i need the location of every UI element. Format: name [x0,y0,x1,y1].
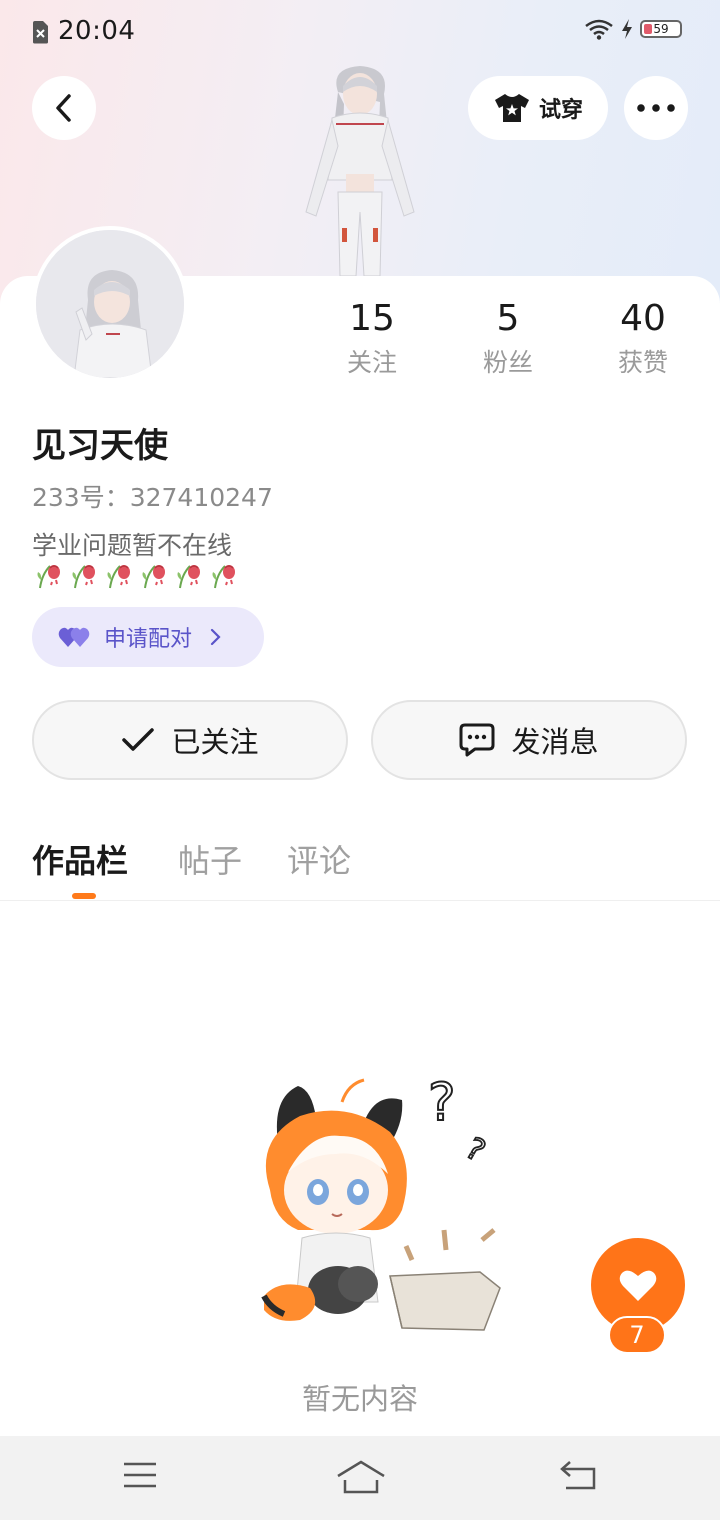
stat-following[interactable]: 15 关注 [312,296,432,380]
tab-divider [0,900,720,901]
status-time: 20:04 [58,16,136,46]
stat-likes-value: 40 [620,298,666,339]
menu-icon[interactable] [122,1460,158,1490]
pair-request-label: 申请配对 [104,627,193,652]
back-arrow-icon [56,94,71,122]
charging-bolt-icon [622,19,632,39]
bio: 学业问题暂不在线 [32,531,233,560]
followed-label: 已关注 [171,725,259,759]
stat-following-label: 关注 [346,348,397,377]
tab-posts[interactable]: 帖子 [178,836,242,882]
wilted-rose-icon [72,565,95,589]
checkmark-icon [122,728,155,751]
battery-level: 59 [653,22,669,36]
empty-state-text: 暂无内容 [301,1382,418,1416]
followed-button[interactable]: 已关注 [32,700,348,780]
back-button[interactable] [32,76,96,140]
avatar-image [36,230,184,378]
wilted-rose-icon [177,565,200,589]
battery-icon: 59 [640,20,682,38]
bio-emoji-row [32,558,239,590]
tab-comments[interactable]: 评论 [287,836,351,882]
send-message-button[interactable]: 发消息 [371,700,687,780]
wilted-rose-icon [142,565,165,589]
system-nav-bar [0,1436,720,1520]
try-on-button[interactable]: 试穿 [468,76,608,140]
status-icons: 59 [584,18,682,40]
like-count-badge: 7 [608,1316,666,1354]
stat-following-value: 15 [349,298,395,339]
wilted-rose-icon [212,565,235,589]
back-icon[interactable] [560,1460,600,1492]
tab-works[interactable]: 作品栏 [32,836,128,882]
home-icon[interactable] [336,1460,386,1496]
stat-likes-label: 获赞 [617,348,668,377]
chat-bubble-icon [459,723,495,757]
avatar[interactable] [32,226,188,382]
tab-active-indicator [72,893,96,899]
double-heart-icon [58,627,90,647]
wifi-icon [585,19,613,40]
try-on-label: 试穿 [538,98,583,123]
username: 见习天使 [32,426,168,466]
tshirt-icon [494,94,529,122]
status-bar: 20:04 59 [0,0,720,66]
heart-icon [619,1270,657,1301]
stat-likes[interactable]: 40 获赞 [583,296,703,380]
avatar-3d-figure [305,66,415,277]
wilted-rose-icon [107,565,130,589]
chevron-right-icon [210,628,221,646]
stat-fans[interactable]: 5 粉丝 [448,296,568,380]
user-id: 233号：327410247 [32,483,273,512]
more-dots-icon [637,104,675,112]
more-button[interactable] [624,76,688,140]
wilted-rose-icon [37,565,60,589]
svg-text:?: ? [428,1073,456,1133]
empty-state-illustration: ? ? [261,1072,501,1331]
stat-fans-value: 5 [496,298,520,339]
send-message-label: 发消息 [511,725,599,759]
sim-off-icon [33,21,48,44]
stat-fans-label: 粉丝 [482,348,533,377]
svg-text:?: ? [460,1131,491,1169]
pair-request-button[interactable]: 申请配对 [32,607,264,667]
